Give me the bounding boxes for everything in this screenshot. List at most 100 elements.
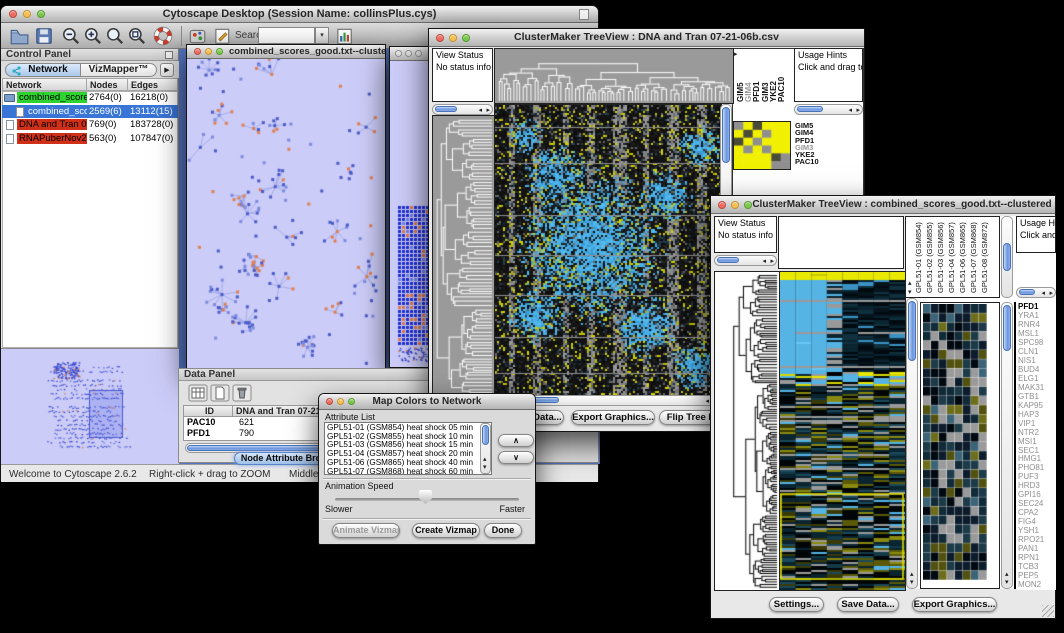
- scroll-right-icon[interactable]: ▸: [770, 258, 774, 265]
- tv1-heatmap-canvas[interactable]: [494, 104, 722, 396]
- maximize-button[interactable]: [37, 10, 45, 18]
- scroll-up-icon[interactable]: ▴: [910, 571, 914, 578]
- maximize-button[interactable]: [348, 398, 355, 405]
- search-dropdown-button[interactable]: ▾: [315, 27, 329, 44]
- network-row-1[interactable]: combined_sco2569(6)13112(15): [2, 105, 178, 119]
- tab-vizmapper[interactable]: VizMapper™: [81, 63, 157, 77]
- tv1-strip-arrow-icon[interactable]: ▸: [734, 51, 738, 58]
- close-button[interactable]: [718, 201, 726, 209]
- attribute-item-5[interactable]: GPL51-07 (GSM868) heat shock 60 min: [327, 468, 489, 475]
- scroll-up-icon[interactable]: ▴: [483, 456, 487, 463]
- scroll-right-icon[interactable]: ▸: [486, 107, 490, 114]
- tv2-col-label-6[interactable]: GPL51-07 (GSM868): [970, 222, 978, 293]
- tv2-titlebar[interactable]: ClusterMaker TreeView : combined_scores_…: [711, 196, 1055, 214]
- tv2-col-label-7[interactable]: GPL51-08 (GSM872): [981, 222, 989, 293]
- maximize-button[interactable]: [744, 201, 752, 209]
- tab-overflow-button[interactable]: ▶: [160, 63, 174, 77]
- help-lifering-button[interactable]: [153, 26, 173, 46]
- scroll-down-icon[interactable]: ▾: [908, 289, 912, 296]
- scroll-left-icon[interactable]: ◂: [705, 398, 709, 405]
- save-session-button[interactable]: [34, 26, 54, 46]
- move-down-button[interactable]: ∨: [498, 451, 534, 464]
- minimize-button[interactable]: [23, 10, 31, 18]
- table-mode-button[interactable]: [188, 384, 208, 402]
- tv2-column-labels-scrollbar[interactable]: [1001, 216, 1013, 298]
- resize-grip[interactable]: [1042, 605, 1054, 617]
- scroll-right-icon[interactable]: ▸: [856, 107, 860, 114]
- minimize-button[interactable]: [405, 50, 412, 57]
- close-button[interactable]: [436, 34, 444, 42]
- zoom-selected-button[interactable]: [105, 26, 125, 46]
- scroll-left-icon[interactable]: ◂: [1041, 290, 1045, 297]
- tab-network[interactable]: Network: [5, 63, 81, 77]
- close-button[interactable]: [395, 50, 402, 57]
- network-view-titlebar[interactable]: combined_scores_good.txt--cluste...: [187, 45, 385, 59]
- minimize-button[interactable]: [337, 398, 344, 405]
- zoom-out-button[interactable]: [61, 26, 81, 46]
- tv2-col-label-5[interactable]: GPL51-06 (GSM865): [959, 222, 967, 293]
- maximize-button[interactable]: [462, 34, 470, 42]
- scroll-down-icon[interactable]: ▾: [1005, 579, 1009, 586]
- tv1-row-label-PAC10[interactable]: PAC10: [795, 158, 861, 165]
- tv1-zoom-heatmap-canvas[interactable]: [733, 121, 791, 170]
- scroll-down-icon[interactable]: ▾: [910, 579, 914, 586]
- tv2-col-label-3[interactable]: GPL51-03 (GSM856): [937, 222, 945, 293]
- tv2-v-scrollbar[interactable]: ▴ ▾: [906, 298, 918, 589]
- float-panel-icon[interactable]: [165, 51, 173, 59]
- tv2-col-label-1[interactable]: GPL51-01 (GSM854): [915, 222, 923, 293]
- speed-slider-thumb[interactable]: [419, 490, 432, 504]
- tv2-detail-heatmap-canvas[interactable]: [923, 304, 987, 580]
- tv1-view-status-scrollbar[interactable]: ◂ ▸: [432, 104, 493, 115]
- network-row-3[interactable]: RNAPuberNov2+563(0)107847(0): [2, 132, 178, 146]
- tv2-col-label-4[interactable]: GPL51-04 (GSM857): [948, 222, 956, 293]
- done-button[interactable]: Done: [484, 523, 522, 538]
- network-table-header-nodes[interactable]: Nodes: [86, 78, 128, 91]
- tv2-usage-hints-scrollbar[interactable]: ◂ ▸: [1016, 287, 1056, 298]
- close-button[interactable]: [326, 398, 333, 405]
- move-up-button[interactable]: ∧: [498, 434, 534, 447]
- zoom-fit-button[interactable]: [127, 26, 147, 46]
- tv1-usage-hints-scrollbar[interactable]: ◂ ▸: [794, 104, 863, 115]
- close-button[interactable]: [194, 48, 201, 55]
- scroll-up-icon[interactable]: ▴: [908, 280, 912, 287]
- tv2-col-label-2[interactable]: GPL51-02 (GSM855): [926, 222, 934, 293]
- edit-annotations-button[interactable]: [212, 26, 232, 46]
- scroll-left-icon[interactable]: ◂: [848, 107, 852, 114]
- minimize-button[interactable]: [205, 48, 212, 55]
- scroll-left-icon[interactable]: ◂: [478, 107, 482, 114]
- minimize-button[interactable]: [731, 201, 739, 209]
- plugins-icon-button[interactable]: [187, 26, 207, 46]
- tv1-left-dendrogram-canvas[interactable]: [432, 115, 495, 396]
- scroll-right-icon[interactable]: ▸: [1049, 290, 1053, 297]
- tv1-titlebar[interactable]: ClusterMaker TreeView : DNA and Tran 07-…: [429, 29, 864, 47]
- create-vizmap-button[interactable]: Create Vizmap: [412, 523, 480, 538]
- scroll-left-icon[interactable]: ◂: [762, 258, 766, 265]
- animate-vizmap-button[interactable]: Animate Vizmap: [332, 523, 400, 538]
- gene-label-MON2[interactable]: MON2: [1018, 581, 1056, 590]
- network-overview-canvas[interactable]: [1, 350, 177, 464]
- maximize-button[interactable]: [415, 50, 422, 57]
- maximize-button[interactable]: [216, 48, 223, 55]
- tv1-export-graphics-button[interactable]: Export Graphics...: [571, 410, 655, 425]
- tv2-top-dendrogram-area[interactable]: [778, 216, 904, 269]
- tv1-col-label-PAC10[interactable]: PAC10: [778, 77, 786, 102]
- network-table-header-network[interactable]: Network: [2, 78, 87, 91]
- scroll-up-icon[interactable]: ▴: [1005, 571, 1009, 578]
- tv2-view-status-scrollbar[interactable]: ◂ ▸: [714, 255, 777, 266]
- attribute-list-scrollbar[interactable]: ▴ ▾: [480, 423, 491, 474]
- tv2-settings-button[interactable]: Settings...: [769, 597, 824, 612]
- tv2-left-dendrogram-canvas[interactable]: [714, 271, 781, 591]
- dialog-titlebar[interactable]: Map Colors to Network: [319, 394, 535, 410]
- network-row-2[interactable]: DNA and Tran 07769(0)183728(0): [2, 118, 178, 132]
- tv2-save-data-button[interactable]: Save Data...: [837, 597, 899, 612]
- tv1-top-dendrogram-canvas[interactable]: [494, 48, 734, 104]
- network-canvas[interactable]: [187, 59, 385, 370]
- tv2-detail-scrollbar[interactable]: ▴ ▾: [1001, 302, 1013, 589]
- attribute-browser-icon-button[interactable]: [334, 26, 354, 46]
- id-header-cell[interactable]: ID: [183, 405, 233, 417]
- close-button[interactable]: [9, 10, 17, 18]
- network-row-0[interactable]: combined_scores_2764(0)16218(0): [2, 91, 178, 105]
- search-input[interactable]: [258, 27, 315, 44]
- delete-attribute-trash-button[interactable]: [232, 384, 252, 402]
- open-session-button[interactable]: [9, 26, 29, 46]
